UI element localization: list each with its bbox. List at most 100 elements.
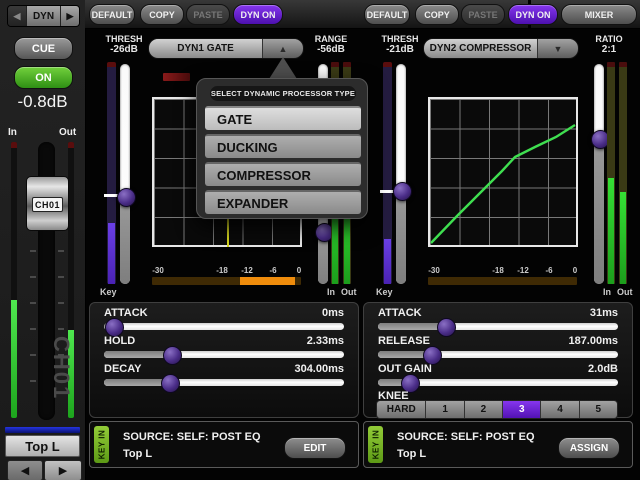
- attack-slider[interactable]: [378, 323, 618, 330]
- toolbar: DEFAULT COPY PASTE DYN ON DEFAULT COPY P…: [85, 0, 640, 29]
- attack-slider[interactable]: [104, 323, 344, 330]
- on-button[interactable]: ON: [14, 66, 73, 89]
- dyn2-in-label: In: [603, 287, 611, 297]
- slider-thumb[interactable]: [161, 374, 180, 393]
- prev-channel-button[interactable]: ◀: [7, 460, 43, 480]
- keyin-channel: Top L: [123, 448, 152, 460]
- dynamics-screen: ◀ DYN ▶ CUE ON -0.8dB In Out CH01 CH01 T…: [0, 0, 640, 480]
- dyn2-type-open-button[interactable]: ▼: [537, 39, 578, 58]
- keyin-channel: Top L: [397, 448, 426, 460]
- dyn1-out-label: Out: [341, 287, 357, 297]
- keyin-tab: KEY IN: [94, 426, 109, 463]
- channel-id-watermark: CH01: [48, 336, 74, 422]
- paste-button-dyn1[interactable]: PASTE: [186, 4, 230, 25]
- default-button-dyn2[interactable]: DEFAULT: [364, 4, 410, 25]
- hold-slider[interactable]: [104, 351, 344, 358]
- out-gain-slider[interactable]: [378, 379, 618, 386]
- dyn2-out-label: Out: [617, 287, 633, 297]
- dyn1-thresh-fader-track[interactable]: [120, 64, 130, 284]
- slider-value: 31ms: [590, 307, 618, 319]
- dyn2-thresh-fader-thumb[interactable]: [393, 182, 412, 201]
- dyn2-keyin-panel: KEY IN SOURCE: SELF: POST EQ Top L ASSIG…: [363, 421, 633, 468]
- cue-button[interactable]: CUE: [14, 37, 73, 60]
- dyn1-key-label: Key: [100, 287, 117, 297]
- dyn-on-button-dyn1[interactable]: DYN ON: [233, 4, 283, 25]
- meter-level: [108, 223, 115, 284]
- default-button-dyn1[interactable]: DEFAULT: [89, 4, 135, 25]
- strip-in-label: In: [8, 127, 17, 138]
- dyn2-ratio-readout: RATIO 2:1: [583, 34, 635, 55]
- knee-option-hard[interactable]: HARD: [377, 401, 426, 418]
- keyin-edit-button[interactable]: EDIT: [284, 437, 346, 459]
- dyn2-out-meter: [619, 62, 627, 284]
- knee-option-1[interactable]: 1: [426, 401, 464, 418]
- release-slider[interactable]: [378, 351, 618, 358]
- triangle-up-icon: ▲: [279, 44, 288, 54]
- popup-item-gate[interactable]: GATE: [205, 106, 361, 130]
- chevron-right-icon: ▶: [67, 11, 74, 22]
- popup-item-expander[interactable]: EXPANDER: [205, 190, 361, 214]
- processor-type-popup: SELECT DYNAMIC PROCESSOR TYPE GATE DUCKI…: [196, 78, 368, 219]
- dyn1-type-selector[interactable]: DYN1 GATE ▲: [148, 38, 304, 59]
- meter-level: [620, 192, 626, 284]
- dyn1-level-bar: [152, 277, 301, 285]
- dyn1-in-label: In: [327, 287, 335, 297]
- dyn1-range-readout: RANGE -56dB: [303, 34, 359, 55]
- dyn1-keyin-panel: KEY IN SOURCE: SELF: POST EQ Top L EDIT: [89, 421, 359, 468]
- popup-title: SELECT DYNAMIC PROCESSOR TYPE: [210, 86, 356, 101]
- copy-button-dyn2[interactable]: COPY: [415, 4, 459, 25]
- decay-slider[interactable]: [104, 379, 344, 386]
- knee-selector: HARD 1 2 3 4 5: [376, 400, 618, 419]
- copy-button-dyn1[interactable]: COPY: [140, 4, 184, 25]
- selector-prev-button[interactable]: ◀: [8, 6, 26, 26]
- compressor-curve: [430, 99, 576, 245]
- knee-option-2[interactable]: 2: [465, 401, 503, 418]
- dyn1-level-scale: -30 -18 -12 -6 0: [152, 266, 302, 276]
- knee-option-5[interactable]: 5: [580, 401, 617, 418]
- chevron-left-icon: ◀: [14, 11, 21, 22]
- slider-label: RELEASE: [378, 335, 430, 347]
- meter-level: [384, 239, 391, 284]
- dyn-on-button-dyn2[interactable]: DYN ON: [508, 4, 558, 25]
- dyn2-thresh-fader-track[interactable]: [396, 64, 406, 284]
- dyn2-threshold-marker: [380, 190, 394, 193]
- slider-label: ATTACK: [378, 307, 422, 319]
- meter-clip-indicator: [68, 142, 74, 148]
- dyn2-ratio-fader-track[interactable]: [594, 64, 604, 284]
- dyn1-key-meter: [107, 62, 116, 284]
- slider-label: ATTACK: [104, 307, 148, 319]
- dyn2-compressor-graph: [428, 97, 578, 247]
- popup-pointer: [269, 57, 297, 79]
- popup-item-compressor[interactable]: COMPRESSOR: [205, 162, 361, 186]
- knee-option-3[interactable]: 3: [503, 401, 541, 418]
- knee-option-4[interactable]: 4: [541, 401, 579, 418]
- meter-level: [608, 178, 614, 284]
- popup-item-ducking[interactable]: DUCKING: [205, 134, 361, 158]
- slider-label: HOLD: [104, 335, 135, 347]
- dyn2-level-scale: -30 -18 -12 -6 0: [428, 266, 578, 276]
- dyn2-level-bar: [428, 277, 577, 285]
- dyn1-thresh-fader-thumb[interactable]: [117, 188, 136, 207]
- dyn1-params-panel: ATTACK 0ms HOLD 2.33ms DECAY 304.00ms: [89, 302, 359, 418]
- slider-value: 187.00ms: [568, 335, 618, 347]
- triangle-down-icon: ▼: [554, 44, 563, 54]
- slider-value: 2.0dB: [588, 363, 618, 375]
- dyn2-type-selector[interactable]: DYN2 COMPRESSOR ▼: [423, 38, 579, 59]
- paste-button-dyn2[interactable]: PASTE: [461, 4, 505, 25]
- channel-strip: ◀ DYN ▶ CUE ON -0.8dB In Out CH01 CH01 T…: [0, 0, 86, 480]
- channel-name[interactable]: Top L: [5, 435, 80, 457]
- arrow-left-icon: ◀: [21, 464, 29, 477]
- dyn1-type-open-button[interactable]: ▲: [262, 39, 303, 58]
- selector-next-button[interactable]: ▶: [61, 6, 79, 26]
- slider-value: 2.33ms: [307, 335, 344, 347]
- next-channel-button[interactable]: ▶: [44, 460, 82, 480]
- slider-value: 0ms: [322, 307, 344, 319]
- gate-curve: [227, 217, 229, 247]
- keyin-assign-button[interactable]: ASSIGN: [558, 437, 620, 459]
- level-lit-segment: [240, 277, 295, 285]
- strip-out-label: Out: [59, 127, 76, 138]
- keyin-tab: KEY IN: [368, 426, 383, 463]
- mixer-button[interactable]: MIXER: [561, 4, 637, 25]
- dyn1-thresh-readout: THRESH -26dB: [93, 34, 155, 55]
- channel-fader-knob[interactable]: CH01: [26, 176, 69, 231]
